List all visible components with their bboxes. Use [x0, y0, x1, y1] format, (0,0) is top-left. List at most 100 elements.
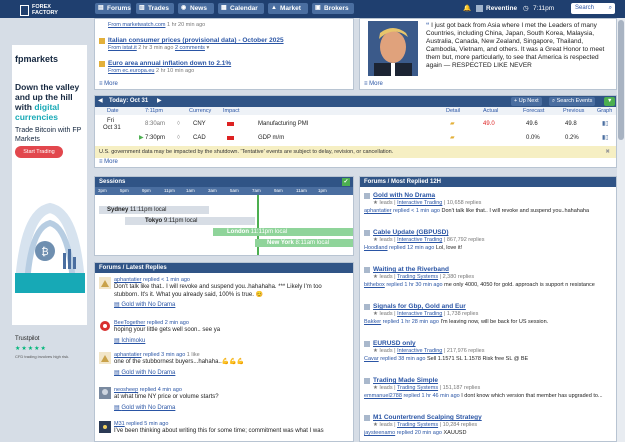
nav-calendar[interactable]: ▦ Calendar — [218, 3, 264, 14]
last-reply-time[interactable]: replied 1 hr 46 min ago — [403, 393, 459, 399]
close-icon[interactable]: ✖ — [605, 146, 610, 158]
advertisement-banner[interactable]: fpmarkets Down the valley and up the hil… — [12, 45, 87, 359]
graph-icon[interactable]: ▮▯ — [602, 118, 609, 130]
post-time[interactable]: replied 5 min ago — [126, 421, 168, 427]
last-reply-time[interactable]: replied 1 hr 28 min ago — [383, 319, 439, 325]
nav-trades[interactable]: ▥ Trades — [136, 3, 174, 14]
user-avatar[interactable] — [476, 5, 483, 12]
sessions-toggle-icon[interactable]: ✓ — [342, 178, 350, 186]
news-more-link[interactable]: ≡ More — [99, 81, 118, 87]
post-thread-link[interactable]: ▤ Gold with No Drama — [114, 369, 175, 376]
last-reply-author[interactable]: aphantatier — [364, 208, 392, 214]
post-time[interactable]: replied 3 min ago — [143, 352, 185, 358]
hour-tick: 9pm — [142, 188, 151, 193]
thread-leads: leads — [379, 274, 393, 280]
scrollbar-thumb[interactable] — [618, 20, 624, 140]
nav-news-label: News — [190, 5, 207, 12]
next-day-icon[interactable]: ▶ — [157, 96, 162, 107]
nav-news[interactable]: ◉ News — [178, 3, 214, 14]
up-next-button[interactable]: + Up Next — [511, 97, 542, 106]
last-reply-author[interactable]: bithebox — [364, 282, 385, 288]
post-body: one of the stubbornest buyers...hahaha..… — [114, 359, 245, 365]
session-new-york[interactable]: New York 8:11am local — [255, 239, 353, 247]
news-title[interactable]: Italian consumer prices (provisional dat… — [108, 37, 284, 44]
last-reply-time[interactable]: replied < 1 min ago — [393, 208, 440, 214]
calendar-row[interactable]: Fri Oct 31 8:30am ◊ CNY Manufacturing PM… — [95, 118, 616, 131]
news-comments-link[interactable]: 2 comments — [175, 45, 205, 51]
session-london[interactable]: London 11:11pm local — [213, 228, 353, 236]
calendar-row[interactable]: ▶ 7:30pm ◊ CAD GDP m/m ▰ 0.0% 0.2% ▮▯ — [95, 132, 616, 144]
thread-forum-link[interactable]: Trading Systems — [397, 385, 438, 391]
search-input[interactable]: Search ⌕ — [571, 3, 615, 14]
post-author[interactable]: BeeTogether — [114, 320, 145, 326]
thread-title[interactable]: Cable Update (GBPUSD) — [373, 229, 448, 236]
ad-start-trading-button[interactable]: Start Trading — [15, 146, 63, 158]
thread-title[interactable]: EURUSD only — [373, 340, 416, 347]
post-time[interactable]: replied 4 min ago — [140, 387, 182, 393]
hour-tick: 1pm — [318, 188, 327, 193]
thread-forum-link[interactable]: Trading Systems — [397, 422, 438, 428]
thread-title[interactable]: Trading Made Simple — [373, 377, 438, 384]
search-icon[interactable]: ⌕ — [609, 3, 612, 14]
thread-forum-link[interactable]: Interactive Trading — [397, 237, 442, 243]
post-author[interactable]: aphantatier — [114, 277, 142, 283]
last-reply-time[interactable]: replied 38 min ago — [380, 356, 425, 362]
last-reply-time[interactable]: replied 20 min ago — [397, 430, 442, 436]
calendar-today-label[interactable]: Today: Oct 31 — [109, 96, 148, 107]
last-reply-author[interactable]: Cavar — [364, 356, 379, 362]
alert-icon[interactable]: ◊ — [177, 132, 180, 144]
alert-icon[interactable]: ◊ — [177, 118, 180, 130]
post-time[interactable]: replied 2 min ago — [147, 320, 189, 326]
quote-more-link[interactable]: ≡ More — [364, 81, 383, 87]
last-reply-time[interactable]: replied 1 hr 30 min ago — [386, 282, 442, 288]
session-tokyo[interactable]: Tokyo 9:11pm local — [125, 217, 255, 225]
news-title[interactable]: Euro area annual inflation down to 2.1% — [108, 60, 231, 67]
news-source-top[interactable]: From marketwatch.com — [108, 22, 165, 28]
thread-title[interactable]: Signals for Gbp, Gold and Eur — [373, 303, 466, 310]
forex-factory-logo[interactable]: FOREX FACTORY — [20, 4, 72, 20]
row-previous: 49.8 — [565, 121, 577, 127]
thread-title[interactable]: Waiting at the Riverband — [373, 266, 449, 273]
last-reply-time[interactable]: replied 12 min ago — [389, 245, 434, 251]
last-reply-author[interactable]: Hoodland — [364, 245, 388, 251]
graph-icon[interactable]: ▮▯ — [602, 132, 609, 144]
post-thread-link[interactable]: ▤ Ichimoku — [114, 337, 145, 344]
post-thread-link[interactable]: ▤ Gold with No Drama — [114, 301, 175, 308]
thread-title[interactable]: M1 Countertrend Scalping Strategy — [373, 414, 482, 421]
last-reply-author[interactable]: Bakker — [364, 319, 381, 325]
thread-forum-link[interactable]: Interactive Trading — [397, 200, 442, 206]
thread-forum-link[interactable]: Interactive Trading — [397, 311, 442, 317]
detail-folder-icon[interactable]: ▰ — [450, 132, 455, 144]
calendar-more-label: More — [104, 159, 118, 165]
news-source[interactable]: From istat.it — [108, 45, 137, 51]
thread-forum-link[interactable]: Interactive Trading — [397, 348, 442, 354]
current-time[interactable]: 7:11pm — [533, 3, 554, 14]
last-reply-author[interactable]: emmanuel2788 — [364, 393, 402, 399]
notifications-bell-icon[interactable]: 🔔 — [463, 3, 471, 14]
calendar-more-link[interactable]: ≡ More — [99, 159, 118, 165]
news-source[interactable]: From ec.europa.eu — [108, 68, 154, 74]
row-event[interactable]: Manufacturing PMI — [258, 118, 308, 130]
post-author[interactable]: M31 — [114, 421, 125, 427]
post-time[interactable]: replied < 1 min ago — [143, 277, 190, 283]
thread-title[interactable]: Gold with No Drama — [373, 192, 435, 199]
nav-brokers[interactable]: ▣ Brokers — [312, 3, 354, 14]
session-sydney[interactable]: Sydney 11:11pm local — [99, 206, 209, 214]
detail-folder-icon[interactable]: ▰ — [450, 118, 455, 130]
post-author[interactable]: neosheep — [114, 387, 138, 393]
row-event[interactable]: GDP m/m — [258, 132, 284, 144]
row-currency: CNY — [193, 121, 206, 127]
thread-forum-link[interactable]: Trading Systems — [397, 274, 438, 280]
col-time: 7:11pm — [145, 108, 163, 114]
search-events-button[interactable]: ⌕ Search Events — [549, 97, 596, 106]
nav-forums-label: Forums — [107, 5, 131, 12]
nav-market[interactable]: ▲ Market — [268, 3, 308, 14]
filter-icon[interactable]: ▼ — [604, 97, 616, 106]
username[interactable]: Reventine — [486, 3, 517, 14]
page-scrollbar[interactable] — [617, 18, 625, 442]
post-thread-link[interactable]: ▤ Gold with No Drama — [114, 404, 175, 411]
nav-forums[interactable]: ▤ Forums — [95, 3, 131, 14]
last-reply-author[interactable]: jaysteenamo — [364, 430, 395, 436]
post-author[interactable]: aphantatier — [114, 352, 142, 358]
prev-day-icon[interactable]: ◀ — [98, 96, 103, 107]
